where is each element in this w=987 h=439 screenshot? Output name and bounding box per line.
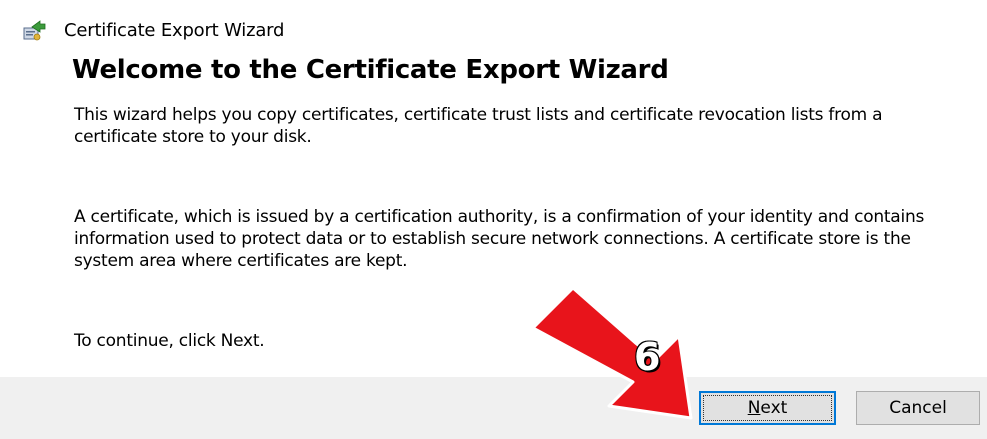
next-mnemonic: N	[747, 398, 761, 418]
description-paragraph: A certificate, which is issued by a cert…	[74, 207, 925, 271]
button-bar: Next Cancel	[0, 377, 987, 439]
certificate-export-icon	[23, 20, 46, 41]
page-title: Welcome to the Certificate Export Wizard	[72, 55, 669, 85]
window-title: Certificate Export Wizard	[64, 20, 285, 41]
arrow-shape	[531, 286, 693, 420]
intro-paragraph: This wizard helps you copy certificates,…	[74, 105, 883, 147]
red-arrow-annotation	[531, 286, 693, 420]
continue-instruction: To continue, click Next.	[74, 331, 265, 351]
cancel-button-label: Cancel	[889, 398, 947, 418]
next-button-label: Next	[748, 398, 788, 418]
step-number-badge: 6	[634, 335, 661, 379]
next-label-rest: ext	[760, 398, 788, 418]
title-bar: Certificate Export Wizard	[0, 0, 987, 52]
cancel-button[interactable]: Cancel	[856, 391, 980, 425]
